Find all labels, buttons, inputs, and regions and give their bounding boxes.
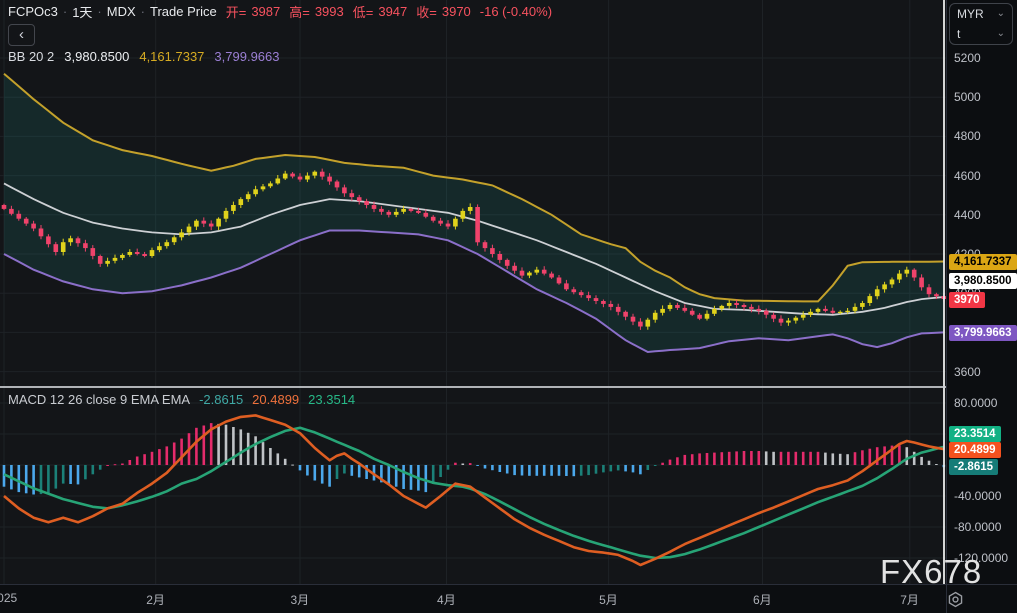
currency-label: MYR [957,7,984,21]
low-value: 3947 [378,4,407,19]
macd-pane-chart[interactable] [0,388,946,584]
series-type-label: Trade Price [150,4,217,19]
trading-chart-app: FCPOc3 · 1天 · MDX · Trade Price 开= 3987 高… [0,0,1017,613]
change-value: -16 (-0.40%) [480,4,552,19]
interval-label[interactable]: 1天 [72,2,92,21]
high-label: 高= [289,2,310,21]
time-tick-label: 3月 [291,591,310,608]
unit-label: t [957,27,960,41]
symbol-header: FCPOc3 · 1天 · MDX · Trade Price 开= 3987 高… [8,3,552,20]
price-tick-label: 3600 [954,365,981,379]
macd-badge: -2.8615 [949,459,998,475]
time-tick-label: 7月 [900,591,919,608]
open-label: 开= [226,2,247,21]
price-tick-label: 5200 [954,51,981,65]
macd-tick-label: -40.0000 [954,489,1001,503]
macd-badge: 20.4899 [949,442,1001,458]
macd-hist-value: -2.8615 [199,392,243,407]
close-value: 3970 [442,4,471,19]
price-tick-label: 4400 [954,208,981,222]
time-tick-label: 6月 [753,591,772,608]
price-tick-label: 4800 [954,129,981,143]
currency-unit-selector: MYR ⌄ t ⌄ [949,3,1013,45]
bb-title[interactable]: BB 20 2 [8,49,54,64]
price-badge: 3,980.8500 [949,273,1017,289]
macd-badge: 23.3514 [949,426,1001,442]
price-tick-label: 4600 [954,169,981,183]
bb-upper-value: 4,161.7337 [139,49,204,64]
time-tick-label: 4月 [437,591,456,608]
chevron-down-icon: ⌄ [997,29,1005,39]
time-scale[interactable]: 2025 2月 3月 4月 5月 6月 7月 [0,584,1017,613]
price-tick-label: 5000 [954,90,981,104]
unit-dropdown[interactable]: t ⌄ [950,24,1012,44]
axis-settings-icon[interactable] [947,591,964,608]
macd-title[interactable]: MACD 12 26 close 9 EMA EMA [8,392,190,407]
close-label: 收= [416,2,437,21]
back-button[interactable]: ‹ [8,24,35,46]
open-value: 3987 [251,4,280,19]
dot-separator: · [141,4,145,19]
high-value: 3993 [315,4,344,19]
low-label: 低= [353,2,374,21]
chevron-down-icon: ⌄ [997,9,1005,19]
time-tick-label: 2月 [146,591,165,608]
dot-separator: · [63,4,67,19]
macd-legend: MACD 12 26 close 9 EMA EMA -2.8615 20.48… [8,392,355,407]
exchange-label: MDX [107,4,136,19]
macd-signal-value: 23.3514 [308,392,355,407]
price-badge: 3970 [949,292,985,308]
watermark: FX678 [880,553,982,591]
currency-dropdown[interactable]: MYR ⌄ [950,4,1012,24]
macd-tick-label: 80.0000 [954,396,997,410]
chevron-left-icon: ‹ [19,26,24,43]
bollinger-legend: BB 20 2 3,980.8500 4,161.7337 3,799.9663 [8,49,280,64]
pane-divider[interactable] [0,386,1017,388]
symbol-name[interactable]: FCPOc3 [8,4,58,19]
time-tick-label: 5月 [599,591,618,608]
bb-basis-value: 3,980.8500 [64,49,129,64]
price-badge: 3,799.9663 [949,325,1017,341]
bb-lower-value: 3,799.9663 [214,49,279,64]
dot-separator: · [97,4,101,19]
time-tick-label: 2025 [0,591,17,605]
price-scale[interactable]: MYR ⌄ t ⌄ 520050004800460044004200400038… [946,0,1017,584]
macd-line-value: 20.4899 [252,392,299,407]
pane-right-edge-line [943,0,945,584]
macd-tick-label: -80.0000 [954,520,1001,534]
price-badge: 4,161.7337 [949,254,1017,270]
